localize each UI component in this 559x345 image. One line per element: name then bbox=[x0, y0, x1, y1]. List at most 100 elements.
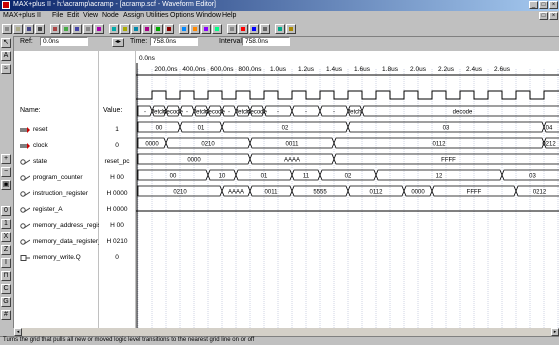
overwrite-unknown-icon[interactable]: X bbox=[1, 232, 11, 242]
cut-icon[interactable] bbox=[50, 24, 60, 34]
overwrite-high-icon[interactable]: 1 bbox=[1, 219, 11, 229]
program-counter-value: 03 bbox=[443, 126, 450, 132]
signal-row[interactable]: program_counter bbox=[14, 170, 98, 186]
waveform-canvas[interactable]: 0.0ns 200.0ns 400.0ns 600.0ns 800.0ns 1.0us 1.… bbox=[136, 51, 559, 328]
zoom-in-icon[interactable]: + bbox=[1, 154, 11, 164]
maximize-button[interactable]: □ bbox=[539, 1, 548, 9]
group-icon[interactable] bbox=[275, 24, 285, 34]
overwrite-count-icon[interactable]: C bbox=[1, 284, 11, 294]
overwrite-clock-icon[interactable]: ⊓ bbox=[1, 271, 11, 281]
close-button[interactable]: × bbox=[549, 1, 558, 9]
zoom-out-icon[interactable]: − bbox=[1, 167, 11, 177]
time-tick-label: 1.6us bbox=[354, 66, 371, 73]
save-compile-icon[interactable] bbox=[201, 24, 211, 34]
time-controls: Ref: 0.0ns ◂▸ Time: 758.0ns Interval: 75… bbox=[14, 36, 559, 50]
signal-name: program_counter bbox=[33, 174, 83, 181]
signal-row[interactable]: memory_address_register bbox=[14, 218, 109, 234]
signal-value: H 0000 bbox=[106, 206, 128, 213]
menu-app[interactable]: MAX+plus II bbox=[3, 12, 41, 19]
waveform-pane[interactable]: 0.0ns 200.0ns 400.0ns 600.0ns 800.0ns 1.0us 1.… bbox=[136, 51, 559, 328]
menu-help[interactable]: Help bbox=[222, 12, 236, 19]
floorplan-icon[interactable] bbox=[120, 24, 130, 34]
state-value: - bbox=[305, 110, 307, 116]
programmer-icon[interactable] bbox=[164, 24, 174, 34]
memory-data-register-out-value: 0011 bbox=[265, 190, 279, 196]
signal-value: H 0210 bbox=[106, 238, 128, 245]
value-header: Value: bbox=[103, 107, 123, 114]
scroll-left-button[interactable]: ◂ bbox=[14, 328, 22, 336]
save-check-icon[interactable] bbox=[190, 24, 200, 34]
snap-to-grid-icon[interactable]: # bbox=[1, 310, 11, 320]
compiler-icon[interactable] bbox=[131, 24, 141, 34]
project-icon[interactable] bbox=[179, 24, 189, 34]
menu-edit[interactable]: Edit bbox=[67, 12, 79, 19]
program-counter-value: 04 bbox=[546, 126, 553, 132]
fit-to-window-icon[interactable]: ▣ bbox=[1, 180, 11, 190]
signal-value-pane: Value: 1 0 reset_pc H 00 H 0000 H 0000 H 00 H 0… bbox=[99, 51, 135, 328]
app-icon[interactable] bbox=[2, 1, 10, 9]
memory-address-register-value: 12 bbox=[436, 174, 443, 180]
save-simulate-icon[interactable] bbox=[212, 24, 222, 34]
menu-options[interactable]: Options bbox=[170, 12, 194, 19]
overwrite-hiz-icon[interactable]: Z bbox=[1, 245, 11, 255]
state-value: - bbox=[144, 110, 146, 116]
undo-icon[interactable] bbox=[83, 24, 93, 34]
help-icon[interactable] bbox=[94, 24, 104, 34]
time-tick-label: 200.0ns bbox=[154, 66, 178, 73]
new-file-icon[interactable] bbox=[2, 24, 12, 34]
program-counter-value: 01 bbox=[198, 126, 205, 132]
register-a-value: AAAA bbox=[284, 158, 300, 164]
menu-node[interactable]: Node bbox=[102, 12, 119, 19]
signal-row[interactable]: memory_data_register_out bbox=[14, 234, 111, 250]
interval-field[interactable]: 758.0ns bbox=[242, 37, 290, 46]
find-icon[interactable] bbox=[227, 24, 237, 34]
time-arrows-button[interactable]: ◂▸ bbox=[112, 38, 124, 47]
pointer-tool-icon[interactable]: ↖ bbox=[1, 38, 11, 48]
signal-row[interactable]: instruction_register bbox=[14, 186, 98, 202]
instruction-register-value: 0212 bbox=[542, 142, 556, 148]
menu-file[interactable]: File bbox=[52, 12, 63, 19]
hierarchy-icon[interactable] bbox=[109, 24, 119, 34]
paste-icon[interactable] bbox=[72, 24, 82, 34]
open-file-icon[interactable] bbox=[13, 24, 23, 34]
tool-palette: ↖ A ≈ + − ▣ 0 1 X Z I ⊓ C G # bbox=[0, 36, 14, 328]
overwrite-low-icon[interactable]: 0 bbox=[1, 206, 11, 216]
signal-row[interactable]: clock bbox=[14, 138, 98, 154]
save-icon[interactable] bbox=[24, 24, 34, 34]
menu-utilities[interactable]: Utilities bbox=[146, 12, 169, 19]
overwrite-group-icon[interactable]: G bbox=[1, 297, 11, 307]
grid-icon[interactable] bbox=[249, 24, 259, 34]
program-counter-value: 02 bbox=[282, 126, 289, 132]
overwrite-icon[interactable] bbox=[260, 24, 270, 34]
time-field[interactable]: 758.0ns bbox=[150, 37, 198, 46]
signal-row[interactable]: reset bbox=[14, 122, 98, 138]
scroll-right-button[interactable]: ▸ bbox=[551, 328, 559, 336]
signal-row[interactable]: state bbox=[14, 154, 98, 170]
menu-view[interactable]: View bbox=[83, 12, 98, 19]
time-tick-label: 2.6us bbox=[494, 66, 511, 73]
text-tool-icon[interactable]: A bbox=[1, 51, 11, 61]
signal-name: state bbox=[33, 158, 48, 165]
signal-row[interactable]: memory_write.Q bbox=[14, 250, 98, 266]
input-pin-icon bbox=[20, 143, 30, 149]
status-text: Turns the grid that pulls all new or mov… bbox=[3, 337, 255, 343]
timing-icon[interactable] bbox=[153, 24, 163, 34]
minimize-button[interactable]: _ bbox=[529, 1, 538, 9]
copy-icon[interactable] bbox=[61, 24, 71, 34]
menu-window[interactable]: Window bbox=[196, 12, 221, 19]
signal-value: 1 bbox=[115, 126, 119, 133]
mdi-close-button[interactable]: × bbox=[549, 12, 558, 20]
invert-icon[interactable]: I bbox=[1, 258, 11, 268]
simulator-icon[interactable] bbox=[142, 24, 152, 34]
print-icon[interactable] bbox=[35, 24, 45, 34]
horizontal-scrollbar[interactable]: ◂ ▸ bbox=[14, 328, 559, 336]
instruction-register-value: 0011 bbox=[286, 142, 300, 148]
signal-row[interactable]: register_A bbox=[14, 202, 98, 218]
mdi-restore-button[interactable]: □ bbox=[539, 12, 548, 20]
menu-assign[interactable]: Assign bbox=[123, 12, 144, 19]
signal-value: H 00 bbox=[110, 174, 124, 181]
waveform-draw-tool-icon[interactable]: ≈ bbox=[1, 64, 11, 74]
snap-icon[interactable] bbox=[286, 24, 296, 34]
ref-field[interactable]: 0.0ns bbox=[40, 37, 88, 46]
zoom-icon[interactable] bbox=[238, 24, 248, 34]
